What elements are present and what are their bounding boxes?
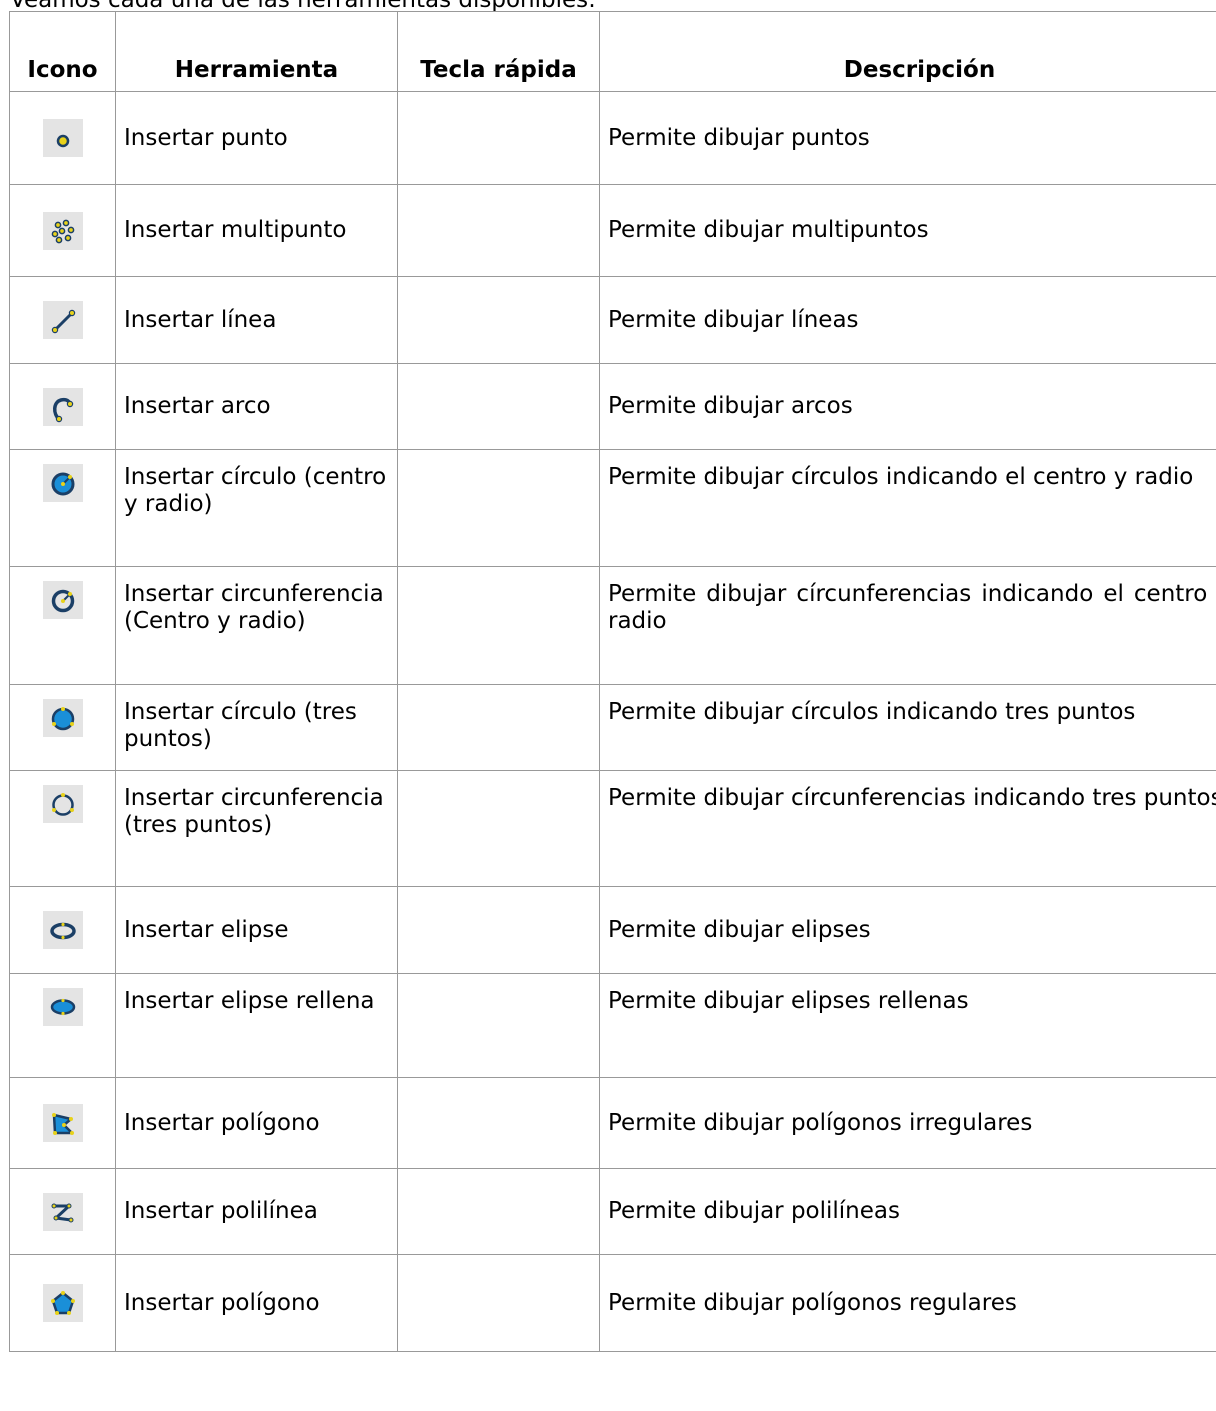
tool-name-cell: Insertar elipse	[115, 886, 398, 974]
table-row: Insertar punto Permite dibujar puntos	[9, 91, 1216, 185]
table-row: Insertar polilínea Permite dibujar polilí…	[9, 1168, 1216, 1255]
description-cell: Permite dibujar multipuntos	[599, 184, 1216, 277]
circle-center-radius-icon	[42, 464, 83, 502]
icon-cell	[9, 184, 116, 277]
table-row: Insertar círculo (tres puntos) Permite di…	[9, 684, 1216, 771]
shortcut-cell	[397, 973, 600, 1078]
tool-name-cell: Insertar polígono	[115, 1254, 398, 1352]
table-row: Insertar circunferencia (Centro y radio)…	[9, 566, 1216, 685]
tool-name-cell: Insertar línea	[115, 276, 398, 364]
shortcut-cell	[397, 363, 600, 450]
circle-three-points-icon	[42, 699, 83, 737]
regular-polygon-icon	[42, 1284, 83, 1322]
shortcut-cell	[397, 1168, 600, 1255]
icon-cell	[9, 566, 116, 685]
shortcut-cell	[397, 184, 600, 277]
icon-cell	[9, 1168, 116, 1255]
line-icon	[42, 301, 83, 339]
tool-name-cell: Insertar círculo (tres puntos)	[115, 684, 398, 771]
table-row: Insertar polígono Permite dibujar polígon…	[9, 1077, 1216, 1169]
description-cell: Permite dibujar arcos	[599, 363, 1216, 450]
description-cell: Permite dibujar círcunferencias indicand…	[599, 770, 1216, 887]
table-row: Insertar polígono Permite dibujar polígon…	[9, 1254, 1216, 1352]
shortcut-cell	[397, 449, 600, 567]
icon-cell	[9, 770, 116, 887]
icon-cell	[9, 973, 116, 1078]
tool-name-cell: Insertar elipse rellena	[115, 973, 398, 1078]
description-cell: Permite dibujar polilíneas	[599, 1168, 1216, 1255]
table-row: Insertar arco Permite dibujar arcos	[9, 363, 1216, 450]
tool-name-cell: Insertar multipunto	[115, 184, 398, 277]
description-cell: Permite dibujar puntos	[599, 91, 1216, 185]
tool-name-cell: Insertar arco	[115, 363, 398, 450]
circumference-three-points-icon	[42, 785, 83, 823]
ellipse-icon	[42, 911, 83, 949]
icon-cell	[9, 684, 116, 771]
filled-ellipse-icon	[42, 988, 83, 1026]
table-row: Insertar círculo (centro y radio) Permite…	[9, 449, 1216, 567]
header-description: Descripción	[599, 11, 1216, 92]
description-cell: Permite dibujar elipses	[599, 886, 1216, 974]
tool-name-cell: Insertar polígono	[115, 1077, 398, 1169]
tool-name-cell: Insertar circunferencia (Centro y radio)	[115, 566, 398, 685]
shortcut-cell	[397, 1077, 600, 1169]
shortcut-cell	[397, 566, 600, 685]
header-key: Tecla rápida	[397, 11, 600, 92]
icon-cell	[9, 1077, 116, 1169]
icon-cell	[9, 91, 116, 185]
tool-name-cell: Insertar círculo (centro y radio)	[115, 449, 398, 567]
header-icon: Icono	[9, 11, 116, 92]
tool-name-cell: Insertar polilínea	[115, 1168, 398, 1255]
shortcut-cell	[397, 276, 600, 364]
description-cell: Permite dibujar círculos indicando el ce…	[599, 449, 1216, 567]
description-cell: Permite dibujar polígonos irregulares	[599, 1077, 1216, 1169]
table-row: Insertar elipse rellena Permite dibujar e…	[9, 973, 1216, 1078]
multipoint-icon	[42, 211, 83, 250]
table-row: Insertar multipunto Permite dibujar multi…	[9, 184, 1216, 277]
table-row: Insertar elipse Permite dibujar elipses	[9, 886, 1216, 974]
description-cell: Permite dibujar círculos indicando tres …	[599, 684, 1216, 771]
description-cell: Permite dibujar líneas	[599, 276, 1216, 364]
table-row: Insertar circunferencia (tres puntos) Per…	[9, 770, 1216, 887]
description-cell: Permite dibujar elipses rellenas	[599, 973, 1216, 1078]
arc-icon	[42, 387, 83, 426]
point-icon	[42, 119, 83, 157]
polyline-icon	[42, 1192, 83, 1231]
circumference-center-radius-icon	[42, 581, 83, 619]
tool-name-cell: Insertar punto	[115, 91, 398, 185]
header-tool: Herramienta	[115, 11, 398, 92]
description-cell: Permite dibujar polígonos regulares	[599, 1254, 1216, 1352]
table-header-row: Icono Herramienta Tecla rápida Descripci…	[9, 11, 1216, 92]
tools-table: Icono Herramienta Tecla rápida Descripci…	[9, 11, 1216, 1352]
icon-cell	[9, 363, 116, 450]
icon-cell	[9, 449, 116, 567]
polygon-icon	[42, 1104, 83, 1142]
shortcut-cell	[397, 1254, 600, 1352]
table-row: Insertar línea Permite dibujar líneas	[9, 276, 1216, 364]
shortcut-cell	[397, 91, 600, 185]
icon-cell	[9, 1254, 116, 1352]
shortcut-cell	[397, 770, 600, 887]
shortcut-cell	[397, 886, 600, 974]
icon-cell	[9, 886, 116, 974]
tool-name-cell: Insertar circunferencia (tres puntos)	[115, 770, 398, 887]
shortcut-cell	[397, 684, 600, 771]
icon-cell	[9, 276, 116, 364]
description-cell: Permite dibujar círcunferencias indicand…	[599, 566, 1216, 685]
